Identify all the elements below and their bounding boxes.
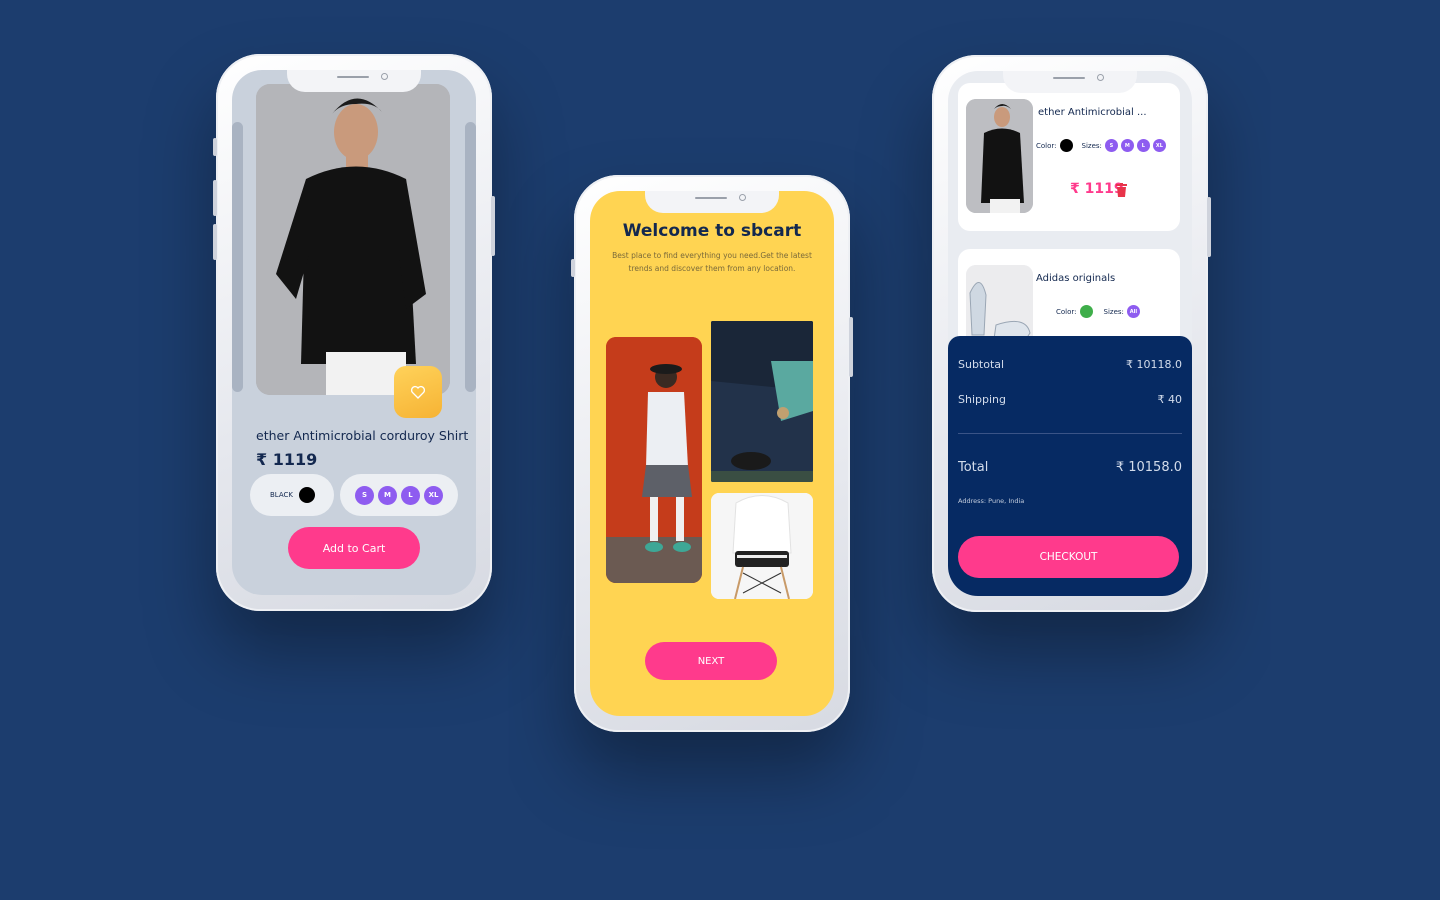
color-selector[interactable]: BLACK (250, 474, 334, 516)
product-title: ether Antimicrobial corduroy Shirt (256, 428, 469, 443)
order-summary-panel: Subtotal ₹ 10118.0 Shipping ₹ 40 Total ₹… (948, 336, 1192, 596)
product-price: ₹ 1119 (256, 450, 318, 469)
cart-screen: ether Antimicrobial ... Color: Sizes: S … (948, 71, 1192, 596)
subtotal-row: Subtotal ₹ 10118.0 (958, 358, 1182, 371)
checkout-button[interactable]: CHECKOUT (958, 536, 1179, 578)
cart-phone-mockup: ether Antimicrobial ... Color: Sizes: S … (932, 55, 1211, 612)
shipping-address: Address: Pune, India (958, 497, 1025, 505)
cart-item[interactable]: ether Antimicrobial ... Color: Sizes: S … (958, 83, 1180, 231)
summary-divider (958, 433, 1182, 434)
total-value: ₹ 10158.0 (1115, 460, 1182, 475)
cart-item-title: ether Antimicrobial ... (1038, 107, 1147, 118)
size-badge: M (1120, 139, 1134, 152)
product-phone-mockup: ether Antimicrobial corduroy Shirt ₹ 111… (213, 54, 495, 611)
delete-item-button[interactable] (1116, 182, 1127, 201)
fashion-image-chair (711, 493, 813, 599)
size-option-xl[interactable]: XL (424, 485, 443, 505)
prev-product-card[interactable] (232, 122, 243, 392)
color-label: Color: (1036, 141, 1057, 150)
sizes-label: Sizes: (1103, 307, 1124, 316)
favorite-button[interactable] (394, 366, 442, 418)
fashion-image-model (606, 337, 702, 583)
subtotal-label: Subtotal (958, 358, 1005, 371)
shipping-value: ₹ 40 (1157, 393, 1183, 406)
total-label: Total (958, 460, 989, 475)
size-option-s[interactable]: S (355, 485, 374, 505)
size-selector: S M L XL (340, 474, 458, 516)
cart-item-attributes: Color: Sizes: S M L XL (1036, 139, 1166, 152)
phone-notch (645, 191, 779, 213)
sizes-label: Sizes: (1081, 141, 1102, 150)
size-option-l[interactable]: L (401, 485, 420, 505)
size-badge: S (1104, 139, 1118, 152)
color-swatch-black[interactable] (299, 487, 316, 503)
color-swatch (1059, 139, 1073, 152)
trash-icon (1116, 183, 1127, 197)
shipping-label: Shipping (958, 393, 1006, 406)
shipping-row: Shipping ₹ 40 (958, 393, 1182, 406)
total-row: Total ₹ 10158.0 (958, 460, 1182, 475)
product-screen: ether Antimicrobial corduroy Shirt ₹ 111… (232, 70, 476, 595)
color-swatch (1079, 305, 1093, 318)
cart-item-attributes: Color: Sizes: All (1056, 305, 1140, 318)
phone-notch (1003, 71, 1137, 93)
size-badge: All (1126, 305, 1140, 318)
cart-item-image (966, 99, 1033, 213)
welcome-phone-mockup: Welcome to sbcart Best place to find eve… (571, 175, 853, 732)
next-button[interactable]: NEXT (645, 642, 777, 680)
size-badge: L (1136, 139, 1150, 152)
welcome-screen: Welcome to sbcart Best place to find eve… (590, 191, 834, 716)
welcome-subtitle: Best place to find everything you need.G… (612, 251, 812, 273)
heart-icon (410, 385, 426, 399)
subtotal-value: ₹ 10118.0 (1126, 358, 1182, 371)
size-badge: XL (1152, 139, 1166, 152)
size-option-m[interactable]: M (378, 485, 397, 505)
cart-item-title: Adidas originals (1036, 273, 1116, 284)
welcome-title: Welcome to sbcart (622, 221, 802, 241)
phone-notch (287, 70, 421, 92)
color-label: BLACK (270, 491, 294, 499)
product-image (256, 84, 450, 395)
add-to-cart-button[interactable]: Add to Cart (288, 527, 420, 569)
next-product-card[interactable] (465, 122, 476, 392)
color-label: Color: (1056, 307, 1077, 316)
fashion-image-shoes (711, 321, 813, 482)
